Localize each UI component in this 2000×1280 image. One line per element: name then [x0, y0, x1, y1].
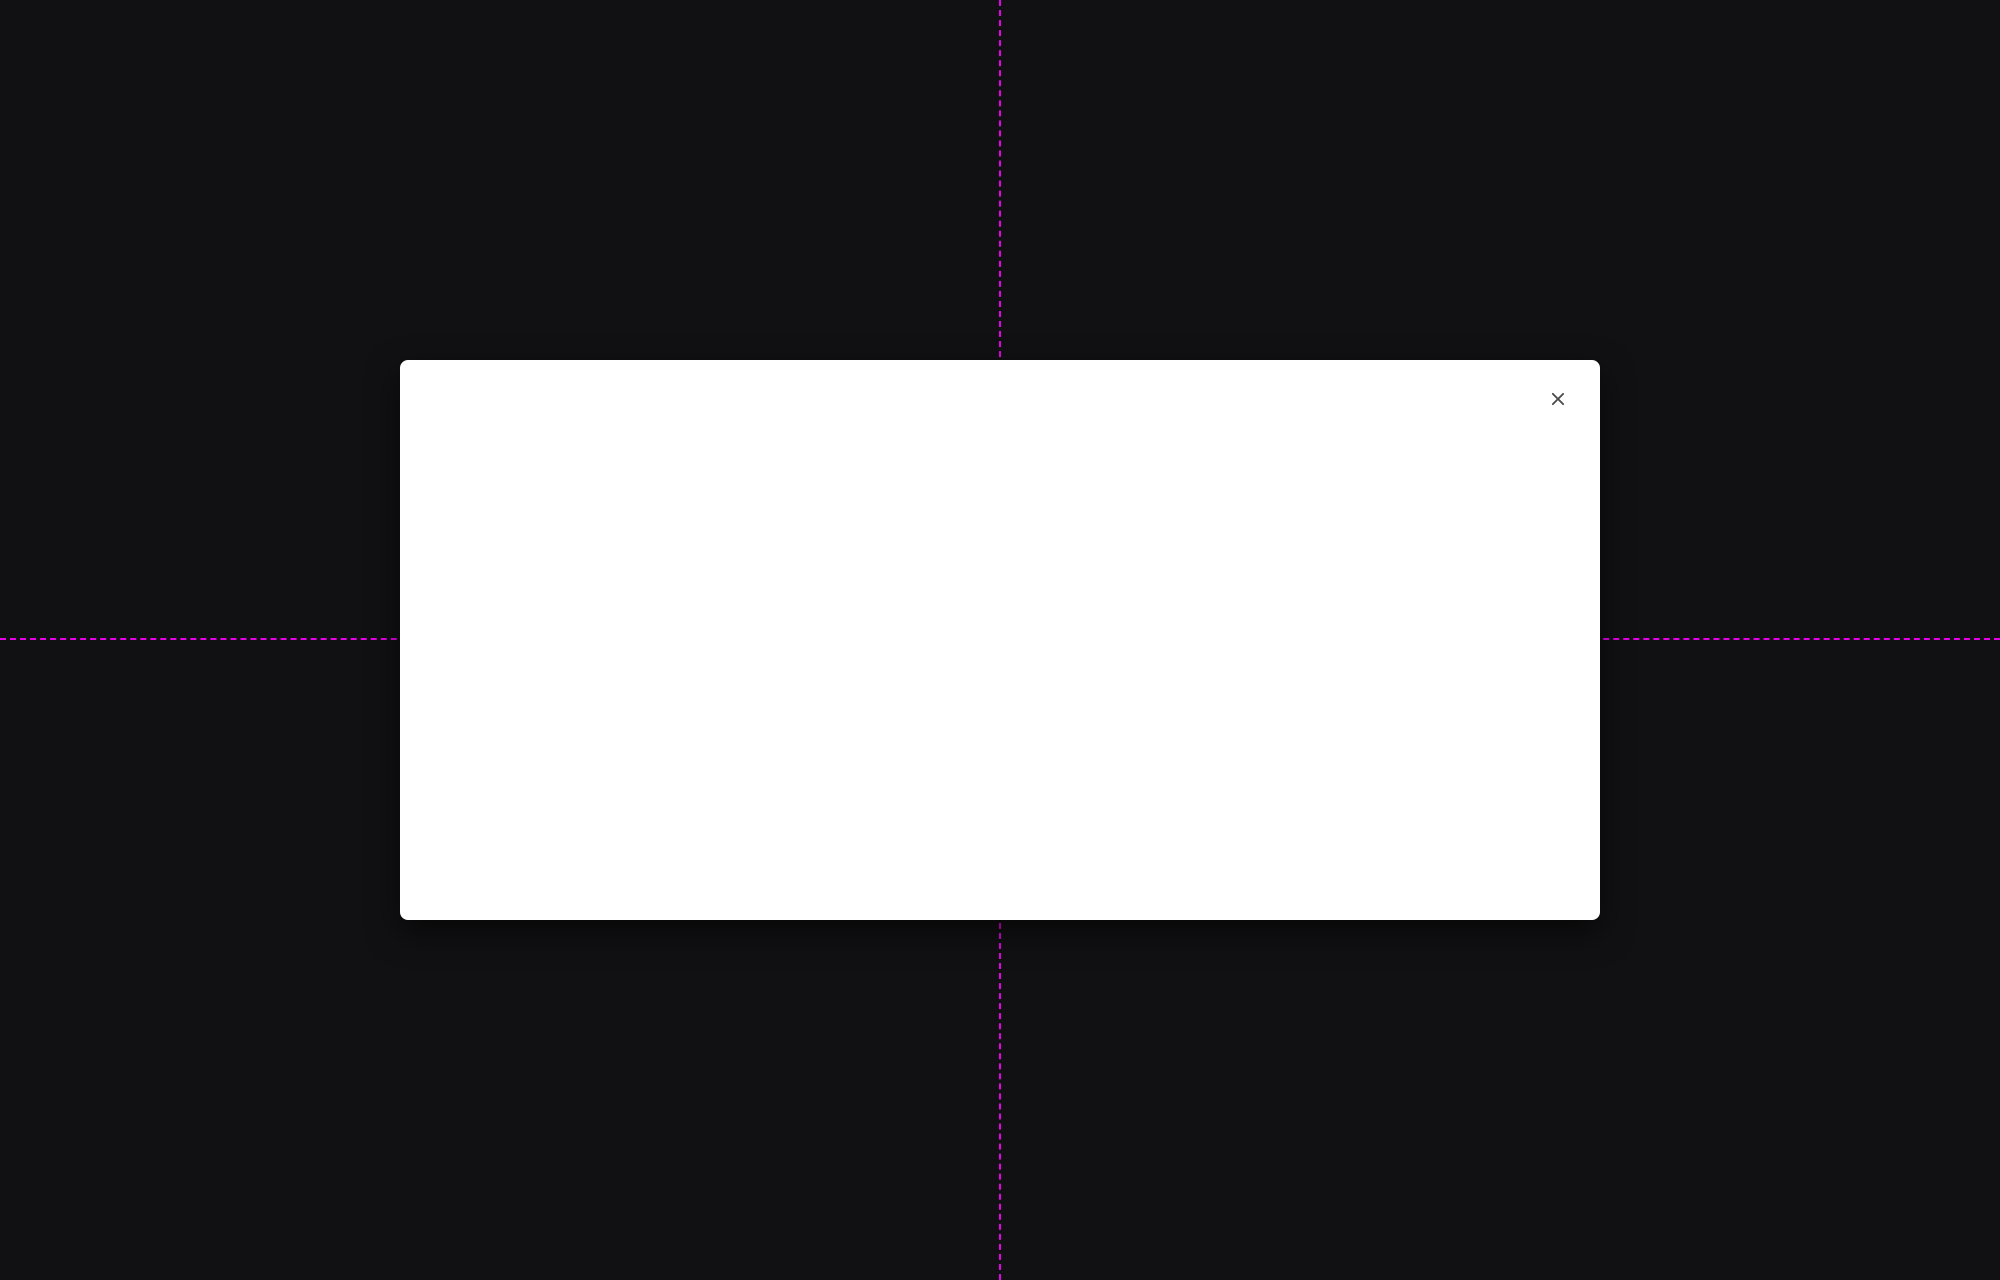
close-icon: [1547, 388, 1569, 413]
close-button[interactable]: [1538, 380, 1578, 420]
modal-dialog: [400, 360, 1600, 920]
